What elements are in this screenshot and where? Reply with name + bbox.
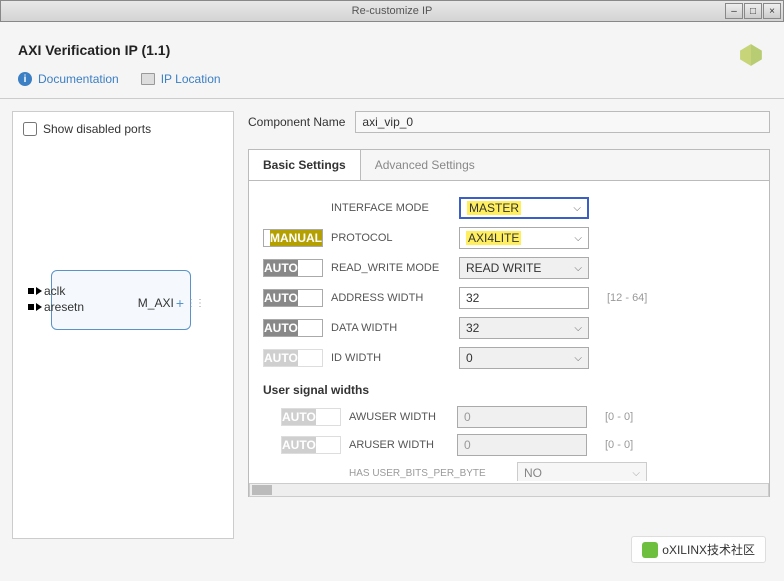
info-icon: i (18, 72, 32, 86)
awuser-label: AWUSER WIDTH (349, 411, 449, 423)
interface-mode-label: INTERFACE MODE (331, 202, 451, 214)
user-widths-header: User signal widths (263, 383, 755, 397)
ip-block-diagram: aclk aresetn M_AXI+⋮⋮ (51, 270, 191, 330)
addr-width-auto-toggle[interactable]: AUTO (263, 289, 323, 307)
awuser-input (457, 406, 587, 428)
minimize-button[interactable]: – (725, 3, 743, 19)
protocol-label: PROTOCOL (331, 232, 451, 244)
interface-mode-select[interactable]: MASTER⌵ (459, 197, 589, 219)
aruser-label: ARUSER WIDTH (349, 439, 449, 451)
right-panel: Component Name Basic Settings Advanced S… (234, 111, 784, 539)
toolbar: i Documentation IP Location (0, 72, 784, 99)
chevron-down-icon: ⌵ (574, 263, 582, 274)
port-aclk: aclk (44, 283, 65, 299)
id-width-auto-toggle: AUTO (263, 349, 323, 367)
chevron-down-icon: ⌵ (574, 353, 582, 364)
logo-icon (738, 42, 764, 68)
aruser-auto-toggle: AUTO (281, 436, 341, 454)
data-width-auto-toggle[interactable]: AUTO (263, 319, 323, 337)
ip-location-link[interactable]: IP Location (161, 72, 221, 86)
awuser-auto-toggle: AUTO (281, 408, 341, 426)
tab-body: INTERFACE MODE MASTER⌵ MANUAL PROTOCOL A… (249, 181, 769, 481)
documentation-link[interactable]: Documentation (38, 72, 119, 86)
aruser-input (457, 434, 587, 456)
show-disabled-ports-label: Show disabled ports (43, 122, 151, 136)
page-title: AXI Verification IP (1.1) (0, 22, 784, 72)
protocol-auto-toggle[interactable]: MANUAL (263, 229, 323, 247)
show-disabled-ports-checkbox[interactable] (23, 122, 37, 136)
chevron-down-icon: ⌵ (632, 468, 640, 479)
addr-width-label: ADDRESS WIDTH (331, 292, 451, 304)
awuser-hint: [0 - 0] (605, 411, 633, 423)
tab-advanced-settings[interactable]: Advanced Settings (361, 150, 489, 180)
aruser-hint: [0 - 0] (605, 439, 633, 451)
has-user-bits-label: HAS USER_BITS_PER_BYTE (349, 468, 509, 479)
component-name-label: Component Name (248, 115, 345, 129)
titlebar: Re-customize IP – □ × (0, 0, 784, 22)
chevron-down-icon: ⌵ (574, 323, 582, 334)
component-name-input[interactable] (355, 111, 770, 133)
window-title: Re-customize IP (352, 5, 433, 17)
maximize-button[interactable]: □ (744, 3, 762, 19)
protocol-select[interactable]: AXI4LITE⌵ (459, 227, 589, 249)
left-panel: Show disabled ports aclk aresetn M_AXI+⋮… (12, 111, 234, 539)
chevron-down-icon: ⌵ (574, 233, 582, 244)
rw-mode-label: READ_WRITE MODE (331, 262, 451, 274)
horizontal-scrollbar[interactable] (249, 483, 769, 497)
addr-width-input[interactable] (459, 287, 589, 309)
id-width-select: 0⌵ (459, 347, 589, 369)
folder-icon (141, 73, 155, 85)
data-width-label: DATA WIDTH (331, 322, 451, 334)
addr-width-hint: [12 - 64] (607, 292, 647, 304)
tab-basic-settings[interactable]: Basic Settings (249, 150, 361, 180)
id-width-label: ID WIDTH (331, 352, 451, 364)
rw-mode-select[interactable]: READ WRITE⌵ (459, 257, 589, 279)
chevron-down-icon: ⌵ (573, 203, 581, 214)
has-user-bits-select: NO⌵ (517, 462, 647, 481)
data-width-select[interactable]: 32⌵ (459, 317, 589, 339)
rw-mode-auto-toggle[interactable]: AUTO (263, 259, 323, 277)
wechat-icon (642, 542, 658, 558)
port-maxi: M_AXI (138, 296, 174, 310)
port-aresetn: aresetn (44, 299, 84, 315)
close-button[interactable]: × (763, 3, 781, 19)
watermark: oXILINX技术社区 (631, 536, 766, 563)
